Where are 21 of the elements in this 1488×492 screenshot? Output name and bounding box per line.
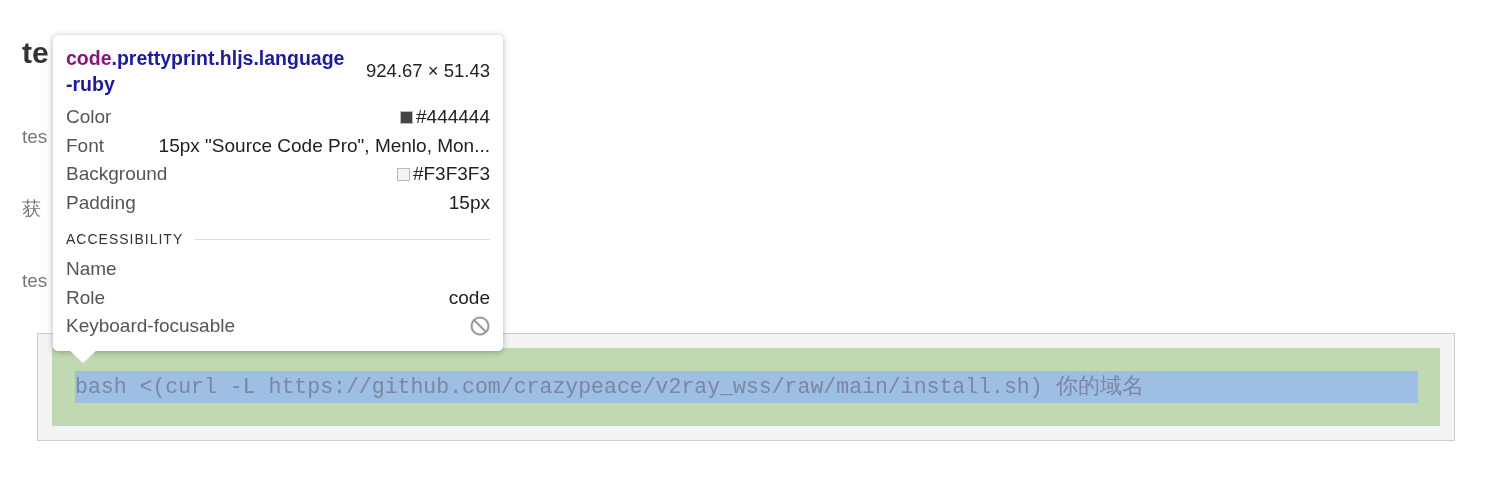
property-label: Role bbox=[66, 286, 106, 309]
property-value: code bbox=[448, 286, 490, 309]
property-value: 15px "Source Code Pro", Menlo, Mon... bbox=[158, 134, 490, 157]
property-value: #444444 bbox=[416, 106, 490, 129]
property-label: Name bbox=[66, 258, 117, 281]
property-label: Font bbox=[66, 134, 105, 157]
property-label: Padding bbox=[66, 191, 136, 214]
section-title: ACCESSIBILITY bbox=[66, 231, 184, 247]
property-value: #F3F3F3 bbox=[412, 163, 490, 186]
paragraph: 获 bbox=[22, 197, 41, 221]
page-heading: te bbox=[22, 35, 49, 71]
paragraph: tes bbox=[22, 269, 48, 293]
code-text: bash <(curl -L https://github.com/crazypeace/v2ray_wss/raw/main/install.sh) 你的域名 bbox=[75, 371, 1418, 403]
property-label: Keyboard-focusable bbox=[66, 315, 235, 338]
not-allowed-icon bbox=[470, 316, 490, 337]
property-label: Color bbox=[66, 106, 112, 129]
property-label: Background bbox=[66, 163, 168, 186]
property-value: 15px bbox=[448, 191, 490, 214]
element-selector: code.prettyprint.hljs.language-ruby bbox=[66, 46, 346, 97]
element-size: 924.67 × 51.43 bbox=[366, 60, 490, 82]
paragraph: tes bbox=[22, 125, 48, 149]
